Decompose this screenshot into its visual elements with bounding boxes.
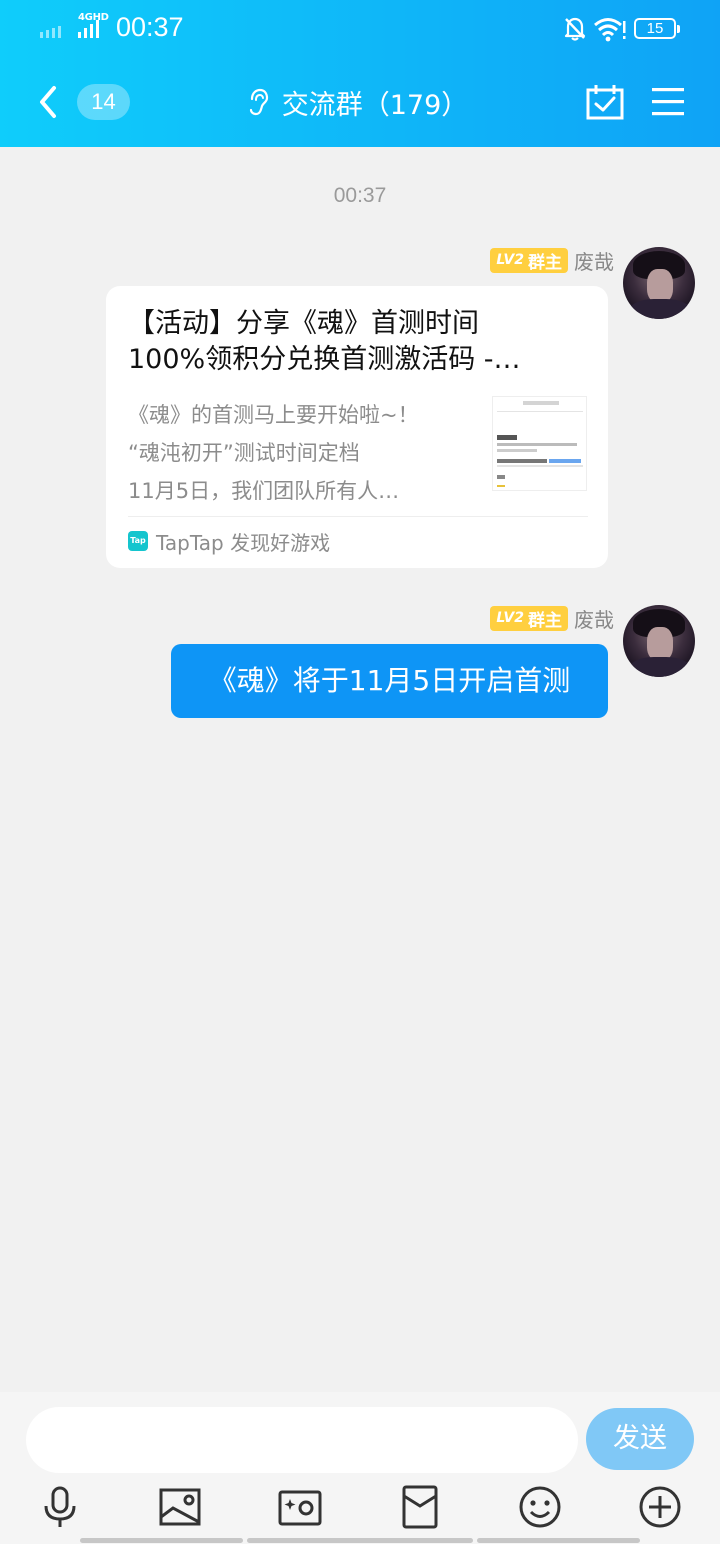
card-source: Tap TapTap 发现好游戏 [128,528,331,555]
card-desc-line: “魂沌初开”测试时间定档 [128,441,360,465]
card-title-line: 【活动】分享《魂》首测时间 [128,308,479,339]
bell-off-icon [564,17,586,41]
nav-indicator [247,1538,473,1543]
card-desc-line: 11月5日，我们团队所有人… [128,479,400,503]
level-badge: LV2 群主 [490,247,568,273]
network-type: 4GHD [78,12,109,23]
battery-indicator: 15 [634,18,680,39]
menu-icon[interactable] [650,86,686,118]
card-title: 【活动】分享《魂》首测时间 100%领积分兑换首测激活码 -… [128,306,588,378]
card-thumbnail [492,396,587,491]
card-title-line: 100%领积分兑换首测激活码 -… [128,344,521,375]
avatar[interactable] [623,247,695,319]
clock: 00:37 [116,12,184,42]
taptap-logo-icon: Tap [128,531,148,551]
card-divider [128,516,588,517]
role-label: 群主 [528,252,562,273]
wifi-icon [594,18,626,42]
sender-meta: LV2 群主 废哉 [490,246,614,275]
red-packet-icon[interactable] [397,1484,443,1530]
status-bar: 4GHD 00:37 15 [0,0,720,60]
microphone-icon[interactable] [37,1484,83,1530]
level-label: LV2 [496,610,524,626]
unread-count-badge[interactable]: 14 [77,84,130,120]
image-icon[interactable] [157,1484,203,1530]
nav-indicator [80,1538,243,1543]
level-label: LV2 [496,252,524,268]
sender-name[interactable]: 废哉 [574,604,614,633]
ear-icon [249,88,268,116]
message-timestamp: 00:37 [333,184,387,207]
send-button[interactable]: 发送 [586,1408,694,1470]
sender-name[interactable]: 废哉 [574,246,614,275]
message-bubble[interactable]: 《魂》将于11月5日开启首测 [171,644,608,718]
shared-link-card[interactable]: 【活动】分享《魂》首测时间 100%领积分兑换首测激活码 -… 《魂》的首测马上… [106,286,608,568]
plus-icon[interactable] [637,1484,683,1530]
input-toolbar [0,1484,720,1530]
calendar-check-icon[interactable] [585,83,625,121]
role-label: 群主 [528,610,562,631]
emoji-icon[interactable] [517,1484,563,1530]
avatar[interactable] [623,605,695,677]
camera-icon[interactable] [277,1484,323,1530]
app-header: 4GHD 00:37 15 14 交流群（179） [0,0,720,147]
sender-meta: LV2 群主 废哉 [490,604,614,633]
card-description: 《魂》的首测马上要开始啦~！ “魂沌初开”测试时间定档 11月5日，我们团队所有… [128,396,470,510]
card-desc-line: 《魂》的首测马上要开始啦~！ [128,403,419,427]
nav-indicator [477,1538,640,1543]
input-area: 发送 [0,1392,720,1544]
message-input[interactable] [26,1407,578,1473]
source-label: TapTap 发现好游戏 [156,530,331,555]
back-arrow-icon[interactable] [34,84,64,120]
group-title[interactable]: 交流群（179） [282,83,469,122]
level-badge: LV2 群主 [490,605,568,631]
